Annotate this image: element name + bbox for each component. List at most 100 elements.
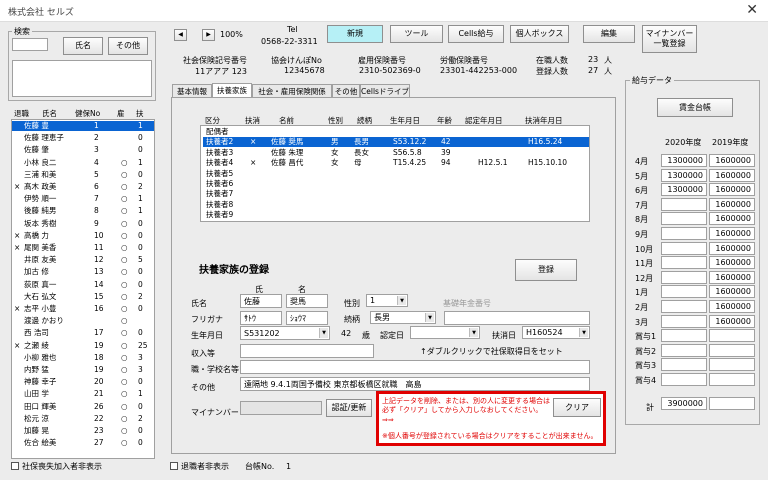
employee-list[interactable]: 佐藤 豊 1 1 佐藤 理恵子 2 0 佐藤 肇 3 0 小林 良二 4 ○ 1 三浦 和美 5 ○ 0 × 髙木 … [11, 119, 155, 459]
employee-row[interactable]: 加藤 晃 23 ○ 0 [12, 426, 154, 436]
family-row[interactable]: 扶養者6 [203, 179, 589, 189]
salary-2020-cell[interactable]: 1300000 [661, 154, 707, 167]
employee-row[interactable]: × 高橋 力 10 ○ 0 [12, 231, 154, 241]
sei-input[interactable]: 佐藤 [240, 294, 282, 308]
salary-2020-cell[interactable] [661, 343, 707, 357]
salary-2019-cell[interactable] [709, 329, 755, 343]
family-row[interactable]: 扶養者9 [203, 210, 589, 220]
hide-lost-checkbox[interactable] [11, 462, 19, 470]
employee-row[interactable]: 佐合 絵美 27 ○ 0 [12, 438, 154, 448]
employee-row[interactable]: 渡邊 かおり ○ [12, 316, 154, 326]
salary-2020-cell[interactable] [661, 212, 707, 226]
tools-button[interactable]: ツール [390, 25, 443, 43]
edit-button[interactable]: 編集 [583, 25, 635, 43]
salary-2020-cell[interactable] [661, 256, 707, 270]
employee-row[interactable]: 佐藤 豊 1 1 [12, 121, 154, 131]
employee-row[interactable]: 田口 輝美 26 ○ 0 [12, 402, 154, 412]
salary-2020-cell[interactable] [661, 300, 707, 313]
employee-row[interactable]: 大石 弘文 15 ○ 2 [12, 292, 154, 302]
salary-2019-cell[interactable]: 1600000 [709, 241, 755, 255]
salary-2019-cell[interactable]: 1600000 [709, 212, 755, 226]
employee-row[interactable]: 井原 友美 12 ○ 5 [12, 255, 154, 265]
salary-2019-cell[interactable]: 1600000 [709, 300, 755, 313]
income-input[interactable] [240, 344, 374, 358]
family-row[interactable]: 扶養者7 [203, 189, 589, 199]
tab-basic[interactable]: 基本情報 [172, 84, 212, 97]
sei-kana-input[interactable]: ｻﾄｳ [240, 311, 282, 325]
salary-2019-cell[interactable]: 1600000 [709, 154, 755, 167]
employee-row[interactable]: 山田 学 21 ○ 1 [12, 389, 154, 399]
search-results-box[interactable] [12, 60, 152, 97]
salary-2019-cell[interactable]: 1600000 [709, 285, 755, 299]
salary-2019-cell[interactable]: 1600000 [709, 270, 755, 284]
salary-2020-cell[interactable] [661, 227, 707, 240]
employee-row[interactable]: 伊勢 順一 7 ○ 1 [12, 194, 154, 204]
personal-box-button[interactable]: 個人ボックス [510, 25, 569, 43]
prev-arrow-button[interactable]: ◀ [174, 29, 187, 41]
tab-cells-drive[interactable]: Cellsドライブ [360, 84, 410, 97]
employee-row[interactable]: × 尾関 美香 11 ○ 0 [12, 243, 154, 253]
employee-row[interactable]: 小柳 雅也 18 ○ 3 [12, 353, 154, 363]
employee-row[interactable]: × 之瀬 綾 19 ○ 25 [12, 341, 154, 351]
family-row[interactable]: 扶養者2 × 佐藤 奨馬 男 長男 S53.12.2 42 H16.5.24 [203, 137, 589, 148]
salary-2020-cell[interactable] [661, 314, 707, 328]
register-button[interactable]: 登録 [515, 259, 577, 281]
salary-2019-cell[interactable]: 1600000 [709, 183, 755, 197]
family-row[interactable]: 扶養者4 × 佐藤 昌代 女 母 T15.4.25 94 H12.5.1 H15.10.10 [203, 158, 589, 168]
search-input[interactable] [12, 38, 48, 51]
family-row[interactable]: 扶養者8 [203, 200, 589, 210]
salary-2019-cell[interactable] [709, 373, 755, 386]
pension-input[interactable] [444, 311, 590, 325]
cells-pay-button[interactable]: Cells給与 [448, 25, 504, 43]
rel-combo[interactable]: 長男 ▼ [370, 311, 436, 324]
employee-row[interactable]: 荻原 真一 14 ○ 0 [12, 280, 154, 290]
search-other-button[interactable]: その他 [108, 37, 148, 55]
salary-2020-cell[interactable] [661, 285, 707, 299]
salary-2019-cell[interactable]: 1600000 [709, 256, 755, 270]
search-name-button[interactable]: 氏名 [63, 37, 103, 55]
salary-2020-cell[interactable] [661, 329, 707, 343]
wage-ledger-button[interactable]: 賃金台帳 [657, 98, 733, 117]
sex-combo[interactable]: 1 ▼ [366, 294, 408, 307]
salary-2020-cell[interactable] [661, 241, 707, 255]
employee-row[interactable]: 西 浩司 17 ○ 0 [12, 328, 154, 338]
salary-2019-cell[interactable]: 1600000 [709, 168, 755, 182]
employee-row[interactable]: 後藤 純男 8 ○ 1 [12, 206, 154, 216]
clear-button[interactable]: クリア [553, 398, 601, 417]
family-list[interactable]: 配偶者 扶養者2 × 佐藤 奨馬 男 長男 S53.12.2 42 H16.5.24 扶養者3 佐藤… [200, 125, 590, 222]
employee-row[interactable]: 松元 涼 22 ○ 2 [12, 414, 154, 424]
salary-2019-cell[interactable] [709, 358, 755, 372]
auth-update-button[interactable]: 認証/更新 [326, 399, 372, 417]
salary-2019-cell[interactable]: 1600000 [709, 197, 755, 211]
close-icon[interactable]: ✕ [746, 2, 758, 18]
other-input[interactable]: 遠隔地 9.4.1両国予備校 東京都板橋区就職 高島 [240, 377, 590, 391]
salary-2020-cell[interactable] [661, 270, 707, 284]
employee-row[interactable]: 三浦 和美 5 ○ 0 [12, 170, 154, 180]
salary-2019-cell[interactable]: 1600000 [709, 227, 755, 240]
salary-2020-cell[interactable] [661, 197, 707, 211]
salary-2020-cell[interactable] [661, 358, 707, 372]
tab-family[interactable]: 扶養家族 [212, 83, 252, 97]
employee-row[interactable]: 内野 猛 19 ○ 3 [12, 365, 154, 375]
employee-row[interactable]: × 志平 小豊 16 ○ 0 [12, 304, 154, 314]
mynumber-list-button[interactable]: マイナンバー 一覧登録 [642, 25, 697, 53]
dob-combo[interactable]: S531202 ▼ [240, 326, 330, 340]
mei-kana-input[interactable]: ｼｮｳﾏ [286, 311, 328, 325]
new-button[interactable]: 新規 [327, 25, 383, 43]
employee-row[interactable]: 加古 修 13 ○ 0 [12, 267, 154, 277]
job-input[interactable] [240, 360, 590, 374]
next-arrow-button[interactable]: ▶ [202, 29, 215, 41]
employee-row[interactable]: 小林 良二 4 ○ 1 [12, 158, 154, 168]
hide-retired-checkbox[interactable] [170, 462, 178, 470]
family-row[interactable]: 配偶者 [203, 127, 589, 137]
employee-row[interactable]: × 髙木 政美 6 ○ 2 [12, 182, 154, 192]
salary-2019-cell[interactable]: 1600000 [709, 314, 755, 328]
employee-row[interactable]: 坂本 秀樹 9 ○ 0 [12, 219, 154, 229]
salary-2020-cell[interactable]: 1300000 [661, 168, 707, 182]
employee-row[interactable]: 佐藤 理恵子 2 0 [12, 133, 154, 143]
salary-2020-cell[interactable]: 1300000 [661, 183, 707, 197]
family-row[interactable]: 扶養者3 佐藤 朱理 女 長女 S56.5.8 39 [203, 148, 589, 158]
end-combo[interactable]: H160524 ▼ [522, 326, 590, 339]
salary-2019-cell[interactable] [709, 343, 755, 357]
employee-row[interactable]: 神藤 幸子 20 ○ 0 [12, 377, 154, 387]
